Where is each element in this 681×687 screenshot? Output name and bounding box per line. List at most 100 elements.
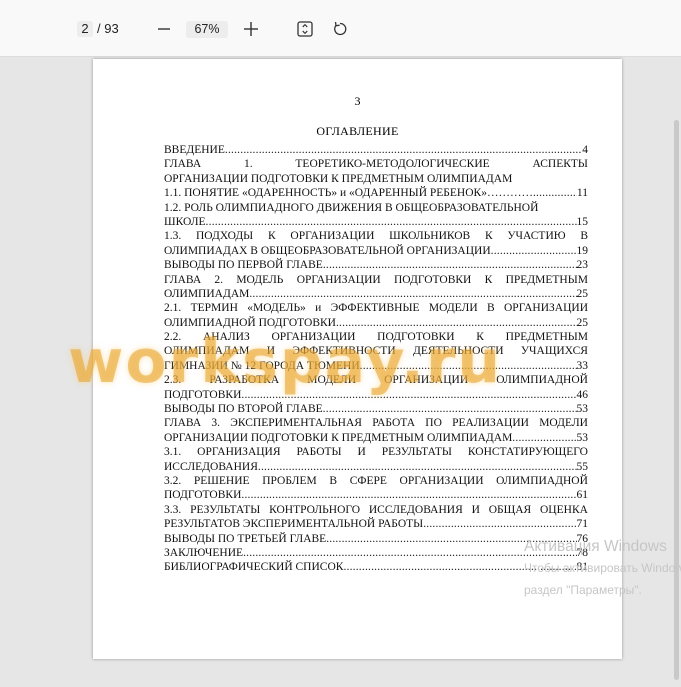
zoom-out-button[interactable]: [151, 16, 177, 42]
toc-entry[interactable]: ШКОЛЕ 15: [164, 215, 588, 229]
toc-entry-title: ОРГАНИЗАЦИИ ПОДГОТОВКИ К ПРЕДМЕТНЫМ ОЛИМ…: [164, 172, 513, 185]
toc-entry[interactable]: ВЫВОДЫ ПО ВТОРОЙ ГЛАВЕ 53: [164, 402, 588, 416]
page-number-input[interactable]: 2: [77, 21, 93, 37]
toc-word: МОДЕЛЬ: [236, 273, 284, 286]
toc-entry[interactable]: ОЛИМПИАДАМ 25: [164, 287, 588, 301]
toc-word: И: [266, 345, 276, 358]
toc-word: ШКОЛЬНИКОВ: [389, 230, 471, 243]
toc-entry-title: ПОДГОТОВКИ: [164, 489, 242, 502]
toc-word: СФЕРЕ: [349, 474, 387, 487]
zoom-level-input[interactable]: 67%: [186, 21, 228, 38]
toc-word: ПРЕДМЕТНЫМ: [505, 273, 588, 286]
toc-word: ПРОБЛЕМ: [262, 474, 317, 487]
toc-entry-title: ВЫВОДЫ ПО ТРЕТЬЕЙ ГЛАВЕ: [164, 532, 327, 545]
toc-word: В: [486, 302, 495, 315]
toc-word: ОРГАНИЗАЦИЯ: [197, 446, 281, 459]
fit-page-button[interactable]: [292, 16, 318, 42]
toc-page-number: 55: [576, 460, 589, 473]
toc-word: МОДЕЛИ: [307, 374, 357, 387]
toc-leader-dots: [323, 258, 577, 272]
toc-page-number: 15: [576, 215, 589, 228]
scrollbar[interactable]: [672, 114, 681, 687]
toc-word: ПОДГОТОВКИ: [393, 273, 472, 286]
toc-word: РАЗРАБОТКА: [209, 374, 280, 387]
toc-leader-dots: [423, 517, 576, 531]
plus-icon: [244, 22, 258, 36]
toc-entry-title: БИБЛИОГРАФИЧЕСКИЙ СПИСОК: [164, 561, 344, 574]
toc-word: и: [315, 302, 322, 315]
toc-word: К: [484, 273, 493, 286]
toc-word: ОРГАНИЗАЦИИ: [290, 230, 375, 243]
toc-word: МОДЕЛИ: [428, 302, 478, 315]
toc-word: УЧАЩИХСЯ: [520, 345, 588, 358]
toc-entry[interactable]: ВЫВОДЫ ПО ПЕРВОЙ ГЛАВЕ 23: [164, 258, 588, 272]
toc-line: 3.3. РЕЗУЛЬТАТЫ КОНТРОЛЬНОГО ИССЛЕДОВАНИЯ И О…: [164, 503, 588, 517]
toc-leader-dots: [206, 215, 577, 229]
scroll-thumb[interactable]: [674, 120, 679, 680]
toc-entry[interactable]: ОРГАНИЗАЦИИ ПОДГОТОВКИ К ПРЕДМЕТНЫМ ОЛИМ…: [164, 431, 588, 445]
toc-word: ПОДГОТОВКИ: [377, 331, 455, 344]
toc-entry-title: ВВЕДЕНИЕ: [164, 144, 225, 156]
page-number: 3: [354, 94, 361, 108]
toc-word: 2.3.: [164, 374, 182, 387]
toc-word: МОДЕЛИ: [539, 417, 588, 430]
toc-entry-title: ВЫВОДЫ ПО ПЕРВОЙ ГЛАВЕ: [164, 259, 323, 272]
toc-word: РЕЗУЛЬТАТЫ: [381, 446, 452, 459]
toc-word: ГЛАВА: [164, 158, 202, 171]
toc-word: 1.3.: [164, 230, 182, 243]
toc-entry-title: ОЛИМПИАДАМ: [164, 287, 250, 300]
toc-word: К: [267, 230, 276, 243]
toc-entry[interactable]: ОЛИМПИАДНОЙ ПОДГОТОВКИ 25: [164, 316, 588, 330]
toc-word: ТЕРМИН: [190, 302, 238, 315]
toc-entry-title: 1.2. РОЛЬ ОЛИМПИАДНОГО ДВИЖЕНИЯ В ОБЩЕОБ…: [164, 201, 539, 214]
toc-leader-dots: [258, 460, 577, 474]
toc-word: К: [476, 331, 484, 344]
zoom-in-button[interactable]: [238, 16, 264, 42]
toc-entry[interactable]: РЕЗУЛЬТАТОВ ЭКСПЕРИМЕНТАЛЬНОЙ РАБОТЫ 71: [164, 517, 588, 531]
toc-line: 1.3. ПОДХОДЫ К ОРГАНИЗАЦИИ ШКОЛЬНИКОВ К УЧАСТИ…: [164, 229, 588, 243]
toc-leader-dots: [225, 143, 582, 157]
toc-line: 3.1. ОРГАНИЗАЦИЯ РАБОТЫ И РЕЗУЛЬТАТЫ КОНСТАТИ…: [164, 445, 588, 459]
toc-word: ПОДХОДЫ: [196, 230, 254, 243]
toc-word: ЭФФЕКТИВНЫЕ: [330, 302, 420, 315]
table-of-contents: ВВЕДЕНИЕ 4 ГЛАВА 1. ТЕОРЕТИКО-МЕТОДОЛОГИЧЕСК…: [164, 143, 588, 575]
toc-entry[interactable]: ОРГАНИЗАЦИИ ПОДГОТОВКИ К ПРЕДМЕТНЫМ ОЛИМ…: [164, 172, 588, 186]
toc-word: В: [580, 230, 588, 243]
toc-entry[interactable]: ВВЕДЕНИЕ 4: [164, 143, 588, 157]
toc-entry[interactable]: 1.1. ПОНЯТИЕ «ОДАРЕННОСТЬ» и «ОДАРЕННЫЙ …: [164, 186, 588, 200]
toc-leader-dots: [249, 287, 576, 301]
toc-entry-title: ОЛИМПИАДНОЙ ПОДГОТОВКИ: [164, 316, 336, 329]
toc-page-number: 4: [582, 144, 588, 156]
toc-entry[interactable]: ГИМНАЗИИ № 12 ГОРОДА ТЮМЕНИ 33: [164, 359, 588, 373]
toc-word: ОРГАНИЗАЦИИ: [296, 273, 381, 286]
toc-word: АСПЕКТЫ: [532, 158, 588, 171]
toc-entry[interactable]: ПОДГОТОВКИ 61: [164, 488, 588, 502]
toc-entry-title: РЕЗУЛЬТАТОВ ЭКСПЕРИМЕНТАЛЬНОЙ РАБОТЫ: [164, 518, 424, 531]
toc-word: 2.2.: [164, 331, 182, 344]
toc-word: ОРГАНИЗАЦИИ: [504, 302, 588, 315]
toc-line: 3.2. РЕШЕНИЕ ПРОБЛЕМ В СФЕРЕ ОРГАНИЗАЦИИ ОЛИМП…: [164, 474, 588, 488]
toc-word: РАБОТЫ: [296, 446, 342, 459]
toc-word: ОРГАНИЗАЦИИ: [399, 474, 484, 487]
rotate-button[interactable]: [327, 16, 353, 42]
toc-line: 2.3. РАЗРАБОТКА МОДЕЛИ ОРГАНИЗАЦИИ ОЛИМПИАДН…: [164, 373, 588, 387]
toc-page-number: 23: [576, 259, 589, 272]
toc-word: В: [329, 474, 338, 487]
toc-entry[interactable]: ПОДГОТОВКИ 46: [164, 388, 588, 402]
toc-word: К: [484, 230, 493, 243]
toc-title: ОГЛАВЛЕНИЕ: [316, 124, 399, 138]
toc-word: 3.2.: [164, 474, 182, 487]
windows-activation-title: Активация Windows: [524, 538, 667, 555]
toc-entry-title: ШКОЛЕ: [164, 215, 206, 228]
toc-leader-dots: [512, 431, 576, 445]
toc-page-number: 46: [576, 388, 589, 401]
toc-entry[interactable]: 1.2. РОЛЬ ОЛИМПИАДНОГО ДВИЖЕНИЯ В ОБЩЕОБ…: [164, 201, 588, 215]
toc-entry[interactable]: ИССЛЕДОВАНИЯ 55: [164, 460, 588, 474]
toc-entry[interactable]: ОЛИМПИАДАХ В ОБЩЕОБРАЗОВАТЕЛЬНОЙ ОРГАНИЗ…: [164, 244, 588, 258]
toc-word: ОЛИМПИАДАМ: [164, 345, 250, 358]
toc-page-number: 25: [576, 287, 589, 300]
toc-page-number: 11: [576, 187, 588, 200]
toc-word: И: [471, 503, 480, 516]
toc-word: ДЕЯТЕЛЬНОСТИ: [412, 345, 504, 358]
toc-word: РЕЗУЛЬТАТЫ: [190, 503, 261, 516]
